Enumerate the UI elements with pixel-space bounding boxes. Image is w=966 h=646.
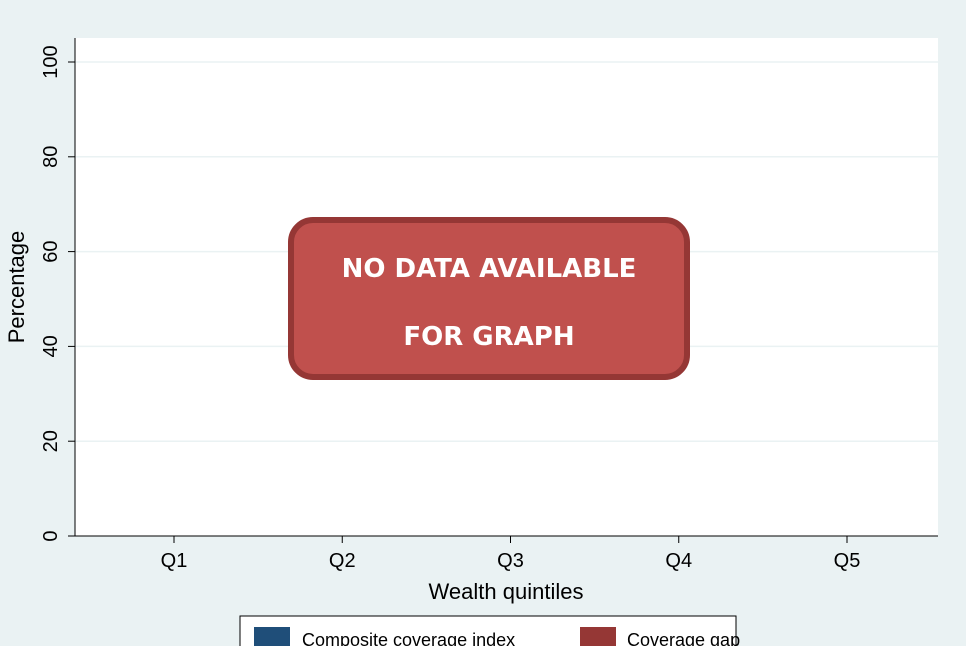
- x-tick-label: Q3: [497, 550, 524, 572]
- chart: 0 20 40 60 80 100 Q1 Q2 Q3 Q4 Q5 Wealth quintiles…: [4, 38, 938, 646]
- x-axis-title: Wealth quintiles: [429, 579, 584, 604]
- no-data-box: [288, 217, 690, 380]
- y-tick-label: 80: [40, 146, 62, 168]
- legend-swatch-composite: [254, 627, 290, 646]
- no-data-line2: FOR GRAPH: [403, 322, 574, 352]
- legend-label-gap: Coverage gap: [627, 630, 740, 646]
- x-ticks: Q1 Q2 Q3 Q4 Q5: [161, 536, 861, 572]
- y-tick-label: 20: [40, 430, 62, 452]
- y-tick-label: 0: [40, 530, 62, 541]
- legend-swatch-gap: [580, 627, 616, 646]
- x-tick-label: Q5: [834, 550, 861, 572]
- y-tick-label: 100: [40, 45, 62, 78]
- y-ticks: 0 20 40 60 80 100: [40, 45, 75, 542]
- y-axis-title: Percentage: [4, 231, 29, 344]
- y-tick-label: 40: [40, 335, 62, 357]
- x-tick-label: Q1: [161, 550, 188, 572]
- legend: Composite coverage index Coverage gap: [239, 615, 740, 646]
- legend-label-composite: Composite coverage index: [302, 630, 515, 646]
- y-tick-label: 60: [40, 240, 62, 262]
- no-data-line1: NO DATA AVAILABLE: [342, 254, 637, 284]
- x-tick-label: Q4: [665, 550, 692, 572]
- x-tick-label: Q2: [329, 550, 356, 572]
- no-data-overlay: NO DATA AVAILABLE FOR GRAPH: [288, 217, 690, 380]
